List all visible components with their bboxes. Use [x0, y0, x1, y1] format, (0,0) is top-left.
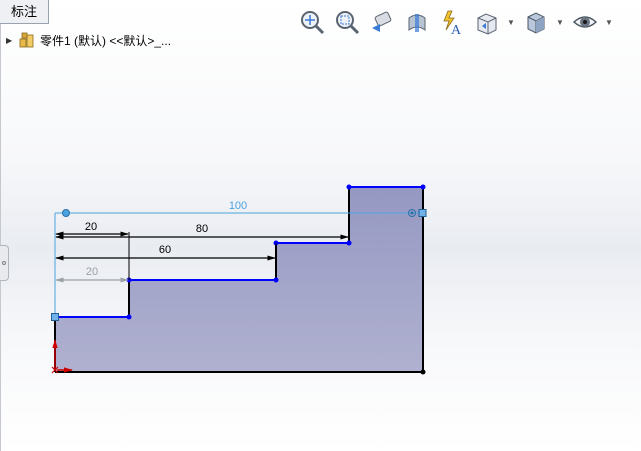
- dimension-step-3-bottom[interactable]: 20: [55, 266, 129, 283]
- dimension-step-2-label[interactable]: 60: [159, 244, 171, 256]
- graphics-area[interactable]: 100 80 20 60 20: [0, 0, 641, 451]
- endpoint-handle[interactable]: [51, 313, 59, 321]
- dimension-step-2[interactable]: 60: [55, 244, 276, 261]
- dimension-overall-width-label[interactable]: 100: [229, 200, 247, 212]
- dimension-step-3-top[interactable]: 20: [55, 221, 129, 237]
- dimension-step-1[interactable]: 80: [55, 223, 349, 240]
- dimension-step-3-bottom-label[interactable]: 20: [86, 266, 98, 278]
- dimension-step-3-top-label[interactable]: 20: [85, 221, 97, 233]
- dimension-step-1-label[interactable]: 80: [196, 223, 208, 235]
